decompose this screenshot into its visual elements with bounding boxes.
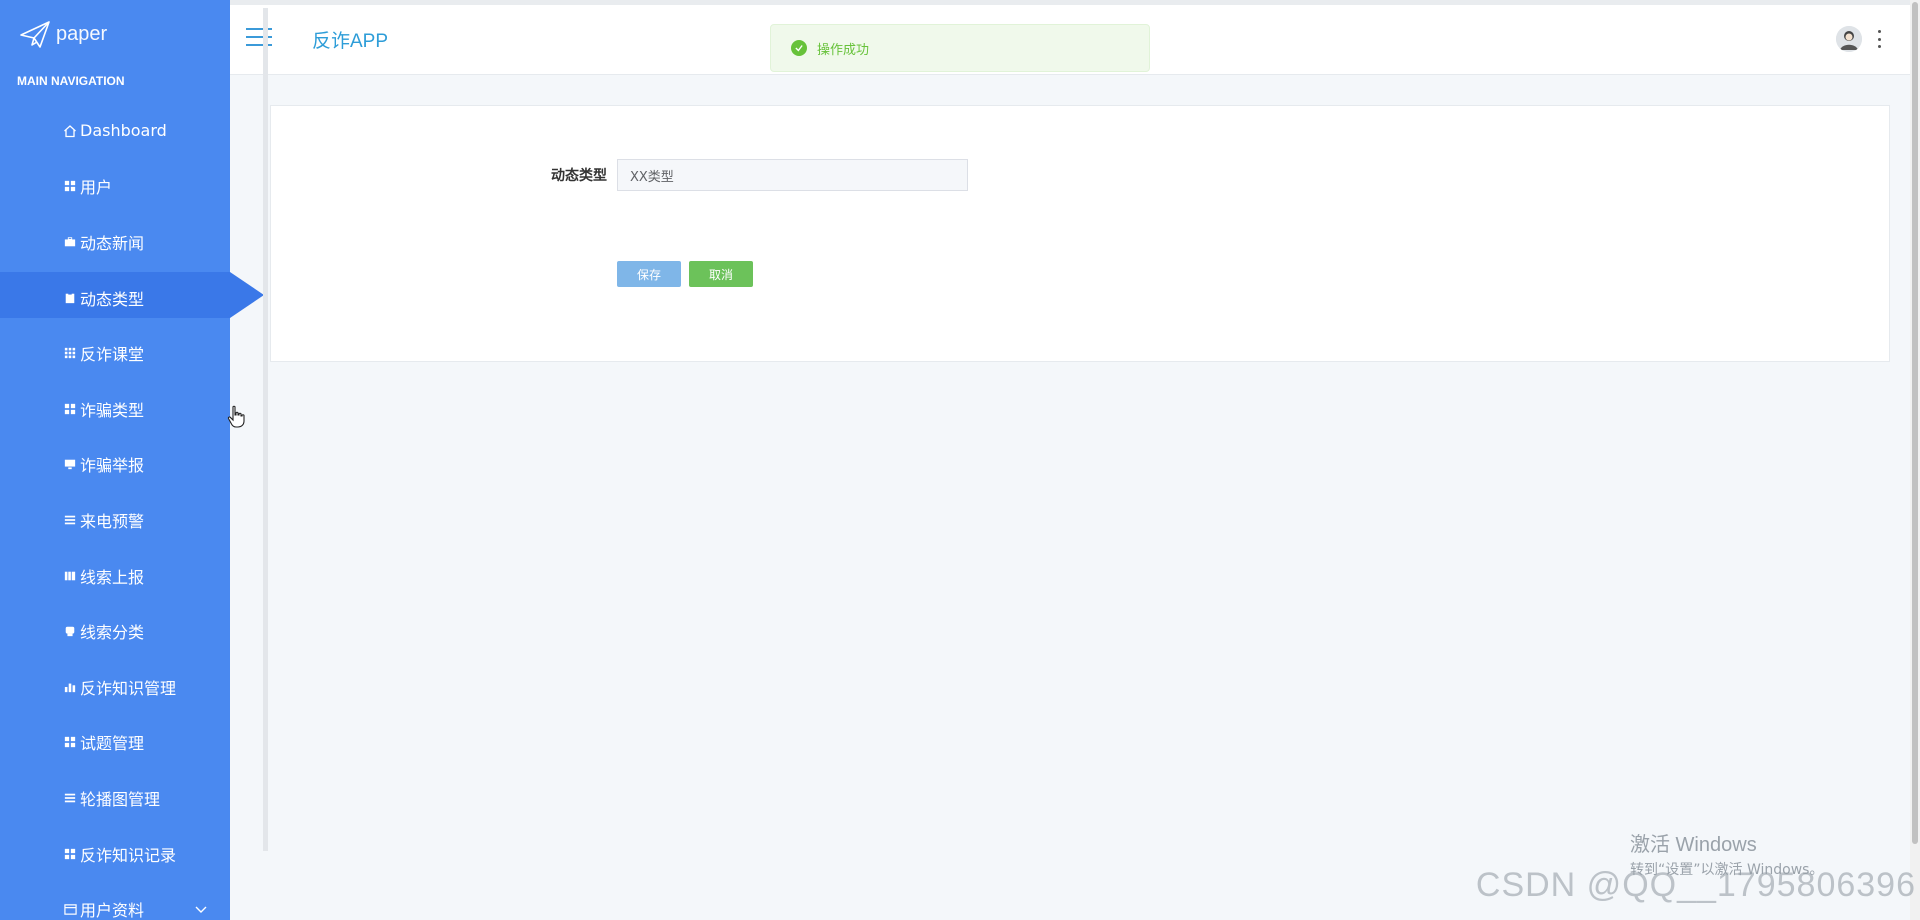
grid-icon [63,847,77,861]
book-icon [63,569,77,583]
list-icon [63,513,77,527]
sidebar-item-fraud-report[interactable]: 诈骗举报 [0,437,230,493]
grid-icon [63,402,77,416]
sidebar-item-label: 用户资料 [80,901,145,920]
page-scrollbar-thumb[interactable] [1912,2,1918,844]
sidebar-item-clue-category[interactable]: 线索分类 [0,603,230,659]
sidebar-item-knowledge-record[interactable]: 反诈知识记录 [0,826,230,882]
content-scrollbar[interactable] [263,8,268,851]
briefcase-icon [63,235,77,249]
sidebar-item-user-profile[interactable]: 用户资料 [0,881,230,920]
check-circle-icon [791,40,807,56]
cancel-button[interactable]: 取消 [689,261,753,287]
form-card: 动态类型 保存 取消 [270,105,1890,362]
nav-list: Dashboard 用户 动态新闻 动态类型 反诈课堂 诈骗类型 诈骗举报 来电… [0,103,230,920]
sidebar-item-label: 线索分类 [80,623,145,643]
sidebar-item-label: 线索上报 [80,567,145,587]
avatar[interactable] [1836,26,1862,52]
sidebar-item-label: 用户 [80,178,113,198]
windows-watermark-title: 激活 Windows [1630,834,1757,856]
sidebar-item-label: 轮播图管理 [80,789,161,809]
menu-toggle-icon[interactable] [246,28,272,48]
bar-chart-icon [63,680,77,694]
sidebar-item-clue-report[interactable]: 线索上报 [0,548,230,604]
more-options-icon[interactable] [1876,30,1882,48]
grid-icon [63,346,77,360]
sidebar-item-knowledge-mgmt[interactable]: 反诈知识管理 [0,659,230,715]
brand[interactable]: paper [0,0,230,68]
brand-name: paper [56,22,108,45]
sidebar-item-call-warning[interactable]: 来电预警 [0,492,230,548]
sidebar-item-label: Dashboard [80,121,167,141]
sidebar-item-fraud-type[interactable]: 诈骗类型 [0,381,230,437]
calendar-icon [63,902,77,916]
sidebar-item-label: 动态类型 [80,289,145,309]
home-icon [63,124,77,138]
sidebar-item-carousel-mgmt[interactable]: 轮播图管理 [0,770,230,826]
app-title: 反诈APP [312,31,389,52]
grid-icon [63,735,77,749]
header-top-border [230,0,1920,5]
folder-icon [63,624,77,638]
paper-plane-icon [20,21,50,48]
active-item-arrow [230,272,264,318]
toast-message: 操作成功 [817,42,870,58]
sidebar-item-question-mgmt[interactable]: 试题管理 [0,715,230,771]
sidebar-item-label: 诈骗类型 [80,400,145,420]
sidebar-item-news-type[interactable]: 动态类型 [0,270,230,326]
save-button[interactable]: 保存 [617,261,681,287]
sidebar-item-users[interactable]: 用户 [0,159,230,215]
form-actions: 保存 取消 [617,261,753,287]
nav-heading: MAIN NAVIGATION [17,74,125,88]
page-scrollbar[interactable] [1910,0,1920,920]
sidebar-item-dashboard[interactable]: Dashboard [0,103,230,159]
success-toast: 操作成功 [770,24,1150,72]
sidebar-item-classroom[interactable]: 反诈课堂 [0,325,230,381]
sidebar: paper MAIN NAVIGATION Dashboard 用户 动态新闻 [0,0,230,920]
sidebar-item-label: 诈骗举报 [80,456,145,476]
csdn-watermark: CSDN @QQ__1795806396 [1475,866,1916,904]
type-input[interactable] [617,159,968,191]
user-avatar-icon [1836,26,1862,52]
sidebar-item-label: 动态新闻 [80,233,145,253]
list-icon [63,791,77,805]
form-row-type: 动态类型 [547,159,968,191]
monitor-icon [63,457,77,471]
sidebar-item-label: 来电预警 [80,511,145,531]
sidebar-item-label: 反诈课堂 [80,345,145,365]
clipboard-icon [63,291,77,305]
sidebar-item-label: 反诈知识管理 [80,678,177,698]
sidebar-item-label: 试题管理 [80,734,145,754]
sidebar-item-news[interactable]: 动态新闻 [0,214,230,270]
grid-icon [63,179,77,193]
hand-cursor-icon [227,405,245,428]
chevron-down-icon [195,906,207,914]
type-label: 动态类型 [551,168,607,184]
sidebar-item-label: 反诈知识记录 [80,845,177,865]
